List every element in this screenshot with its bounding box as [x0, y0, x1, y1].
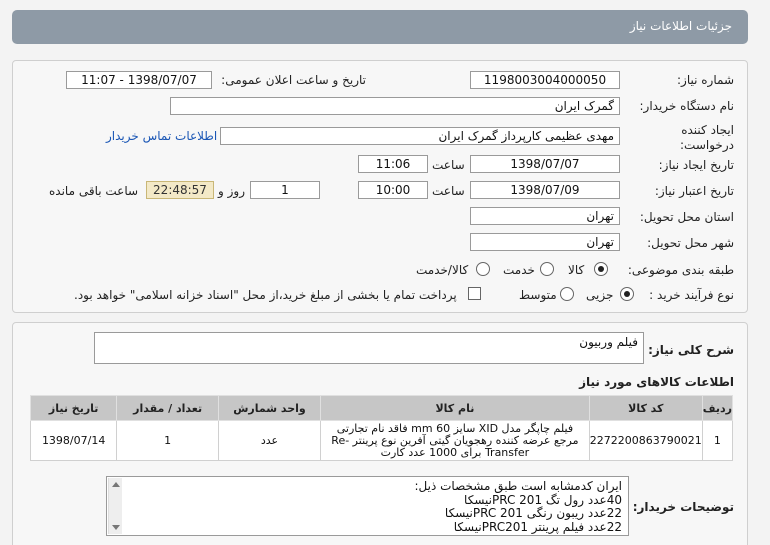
- process-option-medium: متوسط: [519, 288, 557, 302]
- need-number-label: شماره نیاز:: [677, 73, 734, 87]
- scroll-down-icon[interactable]: [112, 525, 120, 530]
- category-option-service: خدمت: [503, 263, 535, 277]
- summary-label: شرح کلی نیاز:: [648, 343, 734, 357]
- city-label: شهر محل تحویل:: [647, 236, 734, 250]
- category-option-goods: کالا: [568, 263, 585, 277]
- validity-date-label: تاریخ اعتبار نیاز:: [654, 184, 734, 198]
- validity-time-field[interactable]: 10:00: [358, 181, 428, 199]
- created-time-label: ساعت: [432, 158, 465, 172]
- items-section-title: اطلاعات کالاهای مورد نیاز: [579, 375, 734, 389]
- buyer-notes-textarea[interactable]: ایران کدمشابه است طبق مشخصات ذیل: 40عدد …: [106, 476, 629, 536]
- category-option-goods-service: کالا/خدمت: [416, 263, 469, 277]
- created-date-field[interactable]: 1398/07/07: [470, 155, 620, 173]
- category-radio-service[interactable]: [540, 262, 554, 276]
- created-date-label: تاریخ ایجاد نیاز:: [658, 158, 734, 172]
- buyer-notes-label: توضیحات خریدار:: [632, 500, 734, 514]
- created-time-field[interactable]: 11:06: [358, 155, 428, 173]
- col-date: تاریخ نیاز: [29, 395, 118, 421]
- col-code: کد کالا: [588, 395, 703, 421]
- table-row[interactable]: 1 2272200863790021 فیلم چاپگر مدل XID سا…: [29, 420, 734, 461]
- city-field[interactable]: تهران: [470, 233, 620, 251]
- category-label: طبقه بندی موضوعی:: [627, 263, 734, 277]
- remaining-time-label: ساعت باقی مانده: [49, 184, 139, 198]
- buyer-org-label: نام دستگاه خریدار:: [639, 99, 735, 113]
- cell-unit: عدد: [217, 420, 322, 461]
- need-number-field[interactable]: 1198003004000050: [470, 71, 620, 89]
- buyer-org-field[interactable]: گمرک ایران: [170, 97, 620, 115]
- treasury-payment-checkbox[interactable]: [468, 287, 481, 300]
- col-qty: تعداد / مقدار: [116, 395, 219, 421]
- requester-label: ایجاد کننده درخواست:: [680, 123, 734, 152]
- cell-date: 1398/07/14: [29, 420, 118, 461]
- validity-date-field[interactable]: 1398/07/09: [470, 181, 620, 199]
- items-table: ردیف کد کالا نام کالا واحد شمارش تعداد /…: [29, 395, 734, 461]
- col-row: ردیف: [701, 395, 734, 421]
- notes-line: 22عدد فیلم پرینتر PRC201نیسکا: [453, 519, 622, 534]
- cell-qty: 1: [116, 420, 219, 461]
- validity-time-label: ساعت: [432, 184, 465, 198]
- cell-code: 2272200863790021: [588, 420, 703, 461]
- process-radio-minor[interactable]: [620, 287, 634, 301]
- process-label: نوع فرآیند خرید :: [649, 288, 734, 302]
- province-label: استان محل تحویل:: [639, 210, 734, 224]
- cell-row: 1: [701, 420, 734, 461]
- notes-scrollbar[interactable]: [108, 478, 122, 534]
- items-table-header: ردیف کد کالا نام کالا واحد شمارش تعداد /…: [29, 395, 734, 421]
- notes-line: 40عدد رول تگ PRC 201نیسکا: [464, 492, 622, 507]
- remaining-time-counter: 22:48:57: [146, 181, 214, 199]
- col-unit: واحد شمارش: [217, 395, 322, 421]
- process-radio-medium[interactable]: [560, 287, 574, 301]
- summary-field[interactable]: فیلم وربیون: [94, 332, 644, 364]
- days-label: روز و: [218, 184, 245, 198]
- province-field[interactable]: تهران: [470, 207, 620, 225]
- process-option-minor: جزیی: [586, 288, 614, 302]
- notes-line: ایران کدمشابه است طبق مشخصات ذیل:: [414, 479, 623, 493]
- category-radio-goods-service[interactable]: [476, 262, 490, 276]
- notes-line: 22عدد ریبون رنگی PRC 201نیسکا: [444, 506, 622, 520]
- announce-datetime-field[interactable]: 1398/07/07 - 11:07: [66, 71, 212, 89]
- remaining-days-field[interactable]: 1: [250, 181, 320, 199]
- page-title: جزئیات اطلاعات نیاز: [629, 19, 732, 33]
- buyer-contact-link[interactable]: اطلاعات تماس خریدار: [106, 129, 217, 143]
- announce-datetime-label: تاریخ و ساعت اعلان عمومی:: [221, 73, 366, 87]
- category-radio-goods[interactable]: [594, 262, 608, 276]
- col-name: نام کالا: [320, 395, 590, 421]
- treasury-payment-note: پرداخت تمام یا بخشی از مبلغ خرید،از محل …: [74, 288, 457, 302]
- cell-name: فیلم چاپگر مدل XID سایز 60 mm فاقد نام ت…: [320, 420, 590, 461]
- page-header: جزئیات اطلاعات نیاز: [12, 10, 748, 44]
- scroll-up-icon[interactable]: [112, 482, 120, 487]
- requester-field[interactable]: مهدی عظیمی کارپرداز گمرک ایران: [220, 127, 620, 145]
